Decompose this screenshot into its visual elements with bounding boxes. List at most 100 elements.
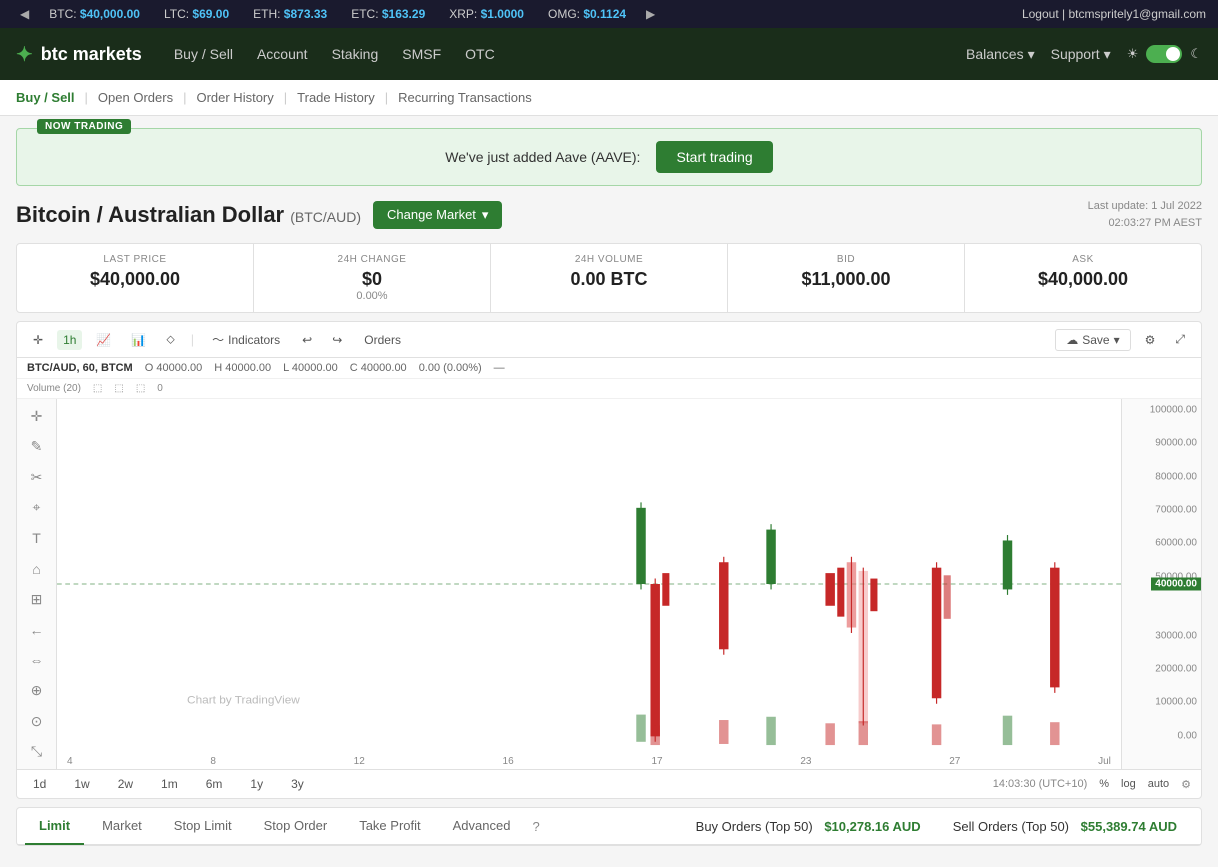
subnav-trade-history[interactable]: Trade History [287, 80, 385, 116]
chart-volume: — [494, 362, 505, 374]
chart-toolbar: ✛ 1h 📈 📊 ⬦ | 〜 Indicators ↩ ↪ Orders ☁ S… [17, 322, 1201, 358]
range-1d[interactable]: 1d [27, 774, 52, 794]
y-axis-labels: 100000.00 90000.00 80000.00 70000.00 600… [1122, 399, 1201, 769]
theme-toggle[interactable] [1146, 45, 1182, 63]
candle-chart-btn[interactable]: 📊 [125, 330, 152, 350]
pin-tool[interactable]: ⊙ [25, 710, 49, 733]
range-1w[interactable]: 1w [68, 774, 95, 794]
market-header: Bitcoin / Australian Dollar (BTC/AUD) Ch… [16, 198, 1202, 231]
help-icon[interactable]: ? [532, 819, 539, 834]
nav-smsf[interactable]: SMSF [402, 42, 441, 66]
chevron-down-icon: ▾ [1104, 46, 1111, 63]
nav-buy-sell[interactable]: Buy / Sell [174, 42, 233, 66]
node-tool[interactable]: ⌂ [25, 558, 49, 581]
redo-btn[interactable]: ↪ [326, 330, 348, 350]
crosshair-tool[interactable]: ✛ [25, 405, 49, 428]
x-label-27: 27 [949, 756, 960, 767]
subnav-open-orders[interactable]: Open Orders [88, 80, 183, 116]
subnav-recurring[interactable]: Recurring Transactions [388, 80, 542, 116]
y-90000: 90000.00 [1155, 438, 1197, 449]
range-3y[interactable]: 3y [285, 774, 310, 794]
start-trading-button[interactable]: Start trading [656, 141, 772, 173]
filter-tool[interactable]: ⊞ [25, 588, 49, 611]
y-40000-highlight: 40000.00 [1151, 578, 1201, 591]
support-btn[interactable]: Support ▾ [1051, 46, 1111, 63]
chart-main[interactable]: Chart by TradingView 4 8 12 16 17 23 27 … [57, 399, 1121, 769]
sun-icon[interactable]: ☀ [1127, 46, 1139, 62]
tab-take-profit[interactable]: Take Profit [345, 808, 434, 845]
ticker-prev[interactable]: ◀ [12, 7, 37, 21]
auto-opt[interactable]: auto [1148, 778, 1169, 790]
chart-settings-icon[interactable]: ⚙ [1181, 778, 1191, 791]
tab-stop-limit[interactable]: Stop Limit [160, 808, 246, 845]
range-1y[interactable]: 1y [244, 774, 269, 794]
range-1m[interactable]: 1m [155, 774, 184, 794]
chart-toolbar-right: ☁ Save ▾ ⚙ ⤢ [1055, 329, 1191, 351]
chart-low: L 40000.00 [283, 362, 338, 374]
x-label-jul: Jul [1098, 756, 1111, 767]
line-chart-btn[interactable]: 📈 [90, 330, 117, 350]
nav-staking[interactable]: Staking [332, 42, 379, 66]
chart-toolbar-left: ✛ 1h 📈 📊 ⬦ | 〜 Indicators ↩ ↪ Orders [27, 328, 409, 351]
nav-account[interactable]: Account [257, 42, 308, 66]
tab-market[interactable]: Market [88, 808, 156, 845]
subnav-buy-sell[interactable]: Buy / Sell [16, 80, 85, 116]
x-label-16: 16 [503, 756, 514, 767]
x-label-12: 12 [354, 756, 365, 767]
indicators-btn[interactable]: 〜 Indicators [204, 328, 288, 351]
stat-ask: ASK $40,000.00 [965, 244, 1201, 312]
cloud-icon: ☁ [1066, 333, 1078, 347]
tab-limit[interactable]: Limit [25, 808, 84, 845]
stat-24h-change: 24H CHANGE $0 0.00% [254, 244, 491, 312]
ticker-next[interactable]: ▶ [638, 7, 663, 21]
measure-tool[interactable]: ⇔ [25, 649, 49, 672]
back-tool[interactable]: ← [25, 619, 49, 642]
ticker-eth: ETH: $873.33 [241, 7, 339, 21]
zoom-tool[interactable]: ⊕ [25, 680, 49, 703]
content: NOW TRADING We've just added Aave (AAVE)… [0, 116, 1218, 858]
subnav-order-history[interactable]: Order History [186, 80, 283, 116]
fullscreen-btn[interactable]: ⤢ [1169, 329, 1191, 350]
ticker-xrp: XRP: $1.0000 [437, 7, 536, 21]
chart-body: ✛ ✎ ✂ ⌖ T ⌂ ⊞ ← ⇔ ⊕ ⊙ ⤡ [17, 399, 1201, 769]
x-axis: 4 8 12 16 17 23 27 Jul [57, 754, 1121, 769]
timeframe-1h[interactable]: 1h [57, 330, 82, 350]
pct-opt[interactable]: % [1099, 778, 1109, 790]
chart-close: C 40000.00 [350, 362, 407, 374]
chart-volume-row: Volume (20) ⬚⬚⬚ 0 [17, 379, 1201, 399]
save-btn[interactable]: ☁ Save ▾ [1055, 329, 1130, 351]
chart-high: H 40000.00 [214, 362, 271, 374]
chart-sep1: | [191, 332, 194, 347]
nav-logo: ✦ btc markets [16, 42, 142, 67]
ticker-btc: BTC: $40,000.00 [37, 7, 152, 21]
nav-otc[interactable]: OTC [465, 42, 495, 66]
tab-advanced[interactable]: Advanced [439, 808, 525, 845]
settings-btn[interactable]: ⚙ [1139, 330, 1162, 350]
tab-stop-order[interactable]: Stop Order [250, 808, 342, 845]
pen-tool[interactable]: ✎ [25, 436, 49, 459]
chart-y-axis: 100000.00 90000.00 80000.00 70000.00 600… [1121, 399, 1201, 769]
range-2w[interactable]: 2w [112, 774, 139, 794]
scissors-tool[interactable]: ✂ [25, 466, 49, 489]
orders-btn[interactable]: Orders [356, 330, 409, 350]
text-tool[interactable]: T [25, 527, 49, 550]
bar-chart-btn[interactable]: ⬦ [160, 329, 180, 350]
market-update: Last update: 1 Jul 2022 02:03:27 PM AEST [1088, 198, 1202, 231]
ticker-bar: ◀ BTC: $40,000.00 LTC: $69.00 ETH: $873.… [0, 0, 1218, 28]
nav-left: ✦ btc markets Buy / Sell Account Staking… [16, 42, 495, 67]
range-6m[interactable]: 6m [200, 774, 229, 794]
y-80000: 80000.00 [1155, 471, 1197, 482]
crosshair-tool[interactable]: ✛ [27, 330, 49, 350]
brush-tool[interactable]: ⌖ [25, 497, 49, 520]
log-opt[interactable]: log [1121, 778, 1136, 790]
undo-btn[interactable]: ↩ [296, 330, 318, 350]
chart-open: O 40000.00 [145, 362, 203, 374]
balances-btn[interactable]: Balances ▾ [966, 46, 1035, 63]
moon-icon[interactable]: ☾ [1190, 46, 1202, 62]
stat-bid: BID $11,000.00 [728, 244, 965, 312]
expand-tool[interactable]: ⤡ [25, 741, 49, 764]
chart-container: ✛ 1h 📈 📊 ⬦ | 〜 Indicators ↩ ↪ Orders ☁ S… [16, 321, 1202, 799]
buy-orders-total: $10,278.16 AUD [824, 819, 920, 834]
change-market-button[interactable]: Change Market ▾ [373, 201, 502, 229]
x-label-17: 17 [651, 756, 662, 767]
